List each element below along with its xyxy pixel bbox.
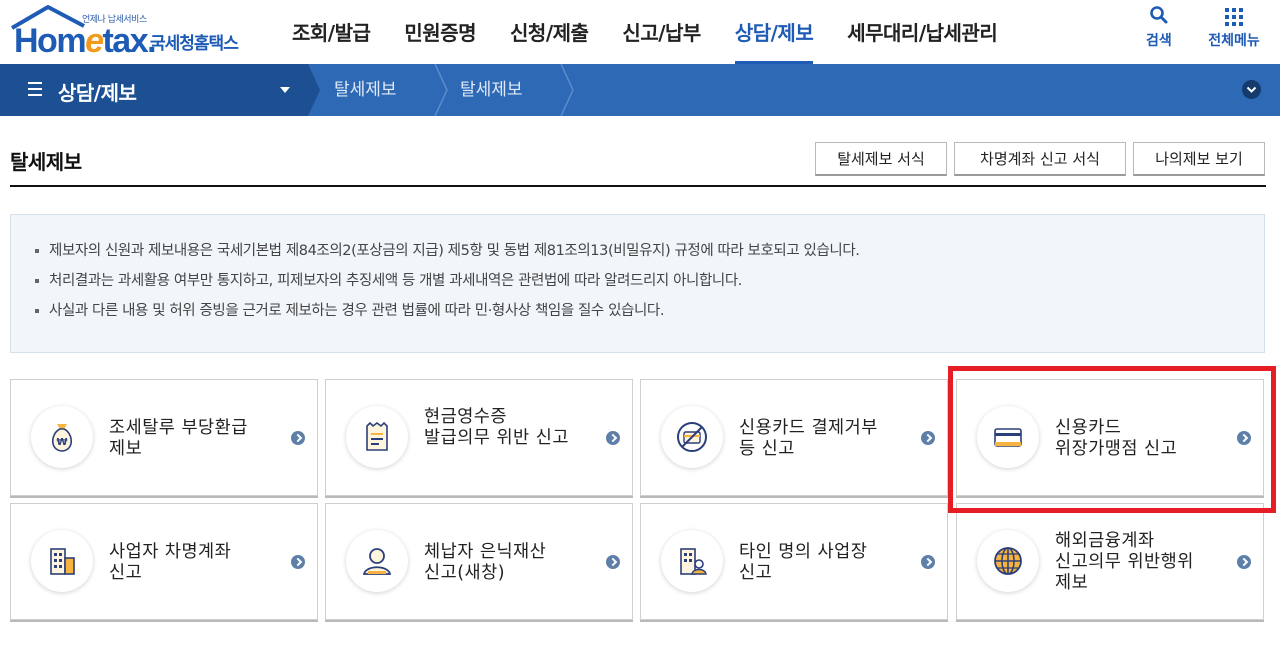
- my-reports-button[interactable]: 나의제보 보기: [1133, 142, 1265, 176]
- section-dropdown[interactable]: 상담/제보: [0, 64, 308, 116]
- gnb-item-application[interactable]: 신청/제출: [510, 0, 589, 64]
- search-button[interactable]: 검색: [1146, 4, 1172, 50]
- notice-item: 제보자의 신원과 제보내용은 국세기본법 제84조의2(포상금의 지급) 제5항…: [35, 237, 860, 267]
- location-bar: 상담/제보 탈세제보 탈세제보: [0, 64, 1280, 116]
- notice-item: 처리결과는 과세활용 여부만 통지하고, 피제보자의 추징세액 등 개별 과세내…: [35, 267, 860, 297]
- logo-wordmark: Hometax.: [14, 22, 157, 60]
- borrowed-account-form-button[interactable]: 차명계좌 신고 서식: [954, 142, 1126, 176]
- arrow-right-icon: [291, 555, 305, 569]
- card-label: 타인 명의 사업장 신고: [739, 542, 868, 583]
- card-others-name-business-report[interactable]: 타인 명의 사업장 신고: [640, 503, 948, 620]
- location-expand-toggle[interactable]: [1242, 80, 1261, 99]
- arrow-right-icon: [1237, 555, 1251, 569]
- card-refused-icon: [661, 406, 723, 468]
- search-icon: [1150, 6, 1168, 24]
- arrow-right-icon: [606, 555, 620, 569]
- chevron-down-icon: [1246, 86, 1257, 93]
- section-title: 상담/제보: [58, 81, 137, 105]
- card-cash-receipt-violation[interactable]: 현금영수증 발급의무 위반 신고: [325, 379, 633, 496]
- gnb-item-consult-report[interactable]: 상담/제보: [734, 0, 814, 64]
- top-header: 언제나 납세서비스 Hometax. 국세청홈택스 조회/발급 민원증명 신청/…: [0, 0, 1280, 64]
- notice-item: 사실과 다른 내용 및 허위 증빙을 근거로 제보하는 경우 관련 법률에 따라…: [35, 297, 860, 327]
- gnb-item-inquiry[interactable]: 조회/발급: [292, 0, 371, 64]
- tax-report-form-button[interactable]: 탈세제보 서식: [815, 142, 947, 176]
- globe-icon: [977, 530, 1039, 592]
- title-divider: [10, 185, 1266, 187]
- grid-menu-icon: [1225, 8, 1243, 26]
- page-title: 탈세제보: [10, 150, 82, 174]
- gnb-item-certificates[interactable]: 민원증명: [404, 0, 476, 64]
- svg-text:₩: ₩: [56, 437, 67, 448]
- money-bag-icon: ₩: [31, 406, 93, 468]
- breadcrumb-item-2[interactable]: 탈세제보: [460, 64, 523, 116]
- card-label: 해외금융계좌 신고의무 위반행위 제보: [1055, 531, 1194, 593]
- gnb-item-tax-agent[interactable]: 세무대리/납세관리: [847, 0, 998, 64]
- breadcrumb-separator-icon: [306, 64, 320, 116]
- all-menu-label: 전체메뉴: [1208, 33, 1260, 49]
- search-label: 검색: [1146, 33, 1172, 49]
- building-icon: [31, 530, 93, 592]
- breadcrumb-separator-icon: [560, 64, 574, 116]
- all-menu-button[interactable]: 전체메뉴: [1202, 4, 1266, 50]
- gnb-item-filing-payment[interactable]: 신고/납부: [622, 0, 701, 64]
- building-person-icon: [661, 530, 723, 592]
- card-disguised-merchant-report[interactable]: 신용카드 위장가맹점 신고: [956, 379, 1264, 496]
- notice-box: 제보자의 신원과 제보내용은 국세기본법 제84조의2(포상금의 지급) 제5항…: [10, 214, 1265, 353]
- arrow-right-icon: [291, 431, 305, 445]
- arrow-right-icon: [1237, 431, 1251, 445]
- logo-korean-name: 국세청홈택스: [150, 34, 239, 54]
- card-hidden-assets-report[interactable]: 체납자 은닉재산 신고(새창): [325, 503, 633, 620]
- global-nav: 조회/발급 민원증명 신청/제출 신고/납부 상담/제보 세무대리/납세관리: [292, 0, 1031, 64]
- breadcrumb-separator-icon: [434, 64, 448, 116]
- arrow-right-icon: [921, 555, 935, 569]
- breadcrumb-item-1[interactable]: 탈세제보: [334, 64, 397, 116]
- card-tax-evasion-report[interactable]: ₩ 조세탈루 부당환급 제보: [10, 379, 318, 496]
- card-borrowed-account-report[interactable]: 사업자 차명계좌 신고: [10, 503, 318, 620]
- hometax-logo[interactable]: 언제나 납세서비스 Hometax. 국세청홈택스: [8, 4, 248, 60]
- person-icon: [346, 530, 408, 592]
- card-label: 조세탈루 부당환급 제보: [109, 418, 248, 459]
- arrow-right-icon: [606, 431, 620, 445]
- card-label: 체납자 은닉재산 신고(새창): [424, 542, 547, 583]
- card-overseas-account-violation[interactable]: 해외금융계좌 신고의무 위반행위 제보: [956, 503, 1264, 620]
- card-label: 현금영수증 발급의무 위반 신고: [424, 407, 569, 448]
- credit-card-icon: [977, 406, 1039, 468]
- hamburger-icon: [28, 82, 42, 96]
- card-label: 사업자 차명계좌 신고: [109, 542, 232, 583]
- dropdown-caret-icon: [280, 87, 290, 93]
- card-label: 신용카드 위장가맹점 신고: [1055, 418, 1178, 459]
- card-card-payment-refusal[interactable]: 신용카드 결제거부 등 신고: [640, 379, 948, 496]
- arrow-right-icon: [921, 431, 935, 445]
- receipt-icon: [346, 406, 408, 468]
- card-label: 신용카드 결제거부 등 신고: [739, 418, 878, 459]
